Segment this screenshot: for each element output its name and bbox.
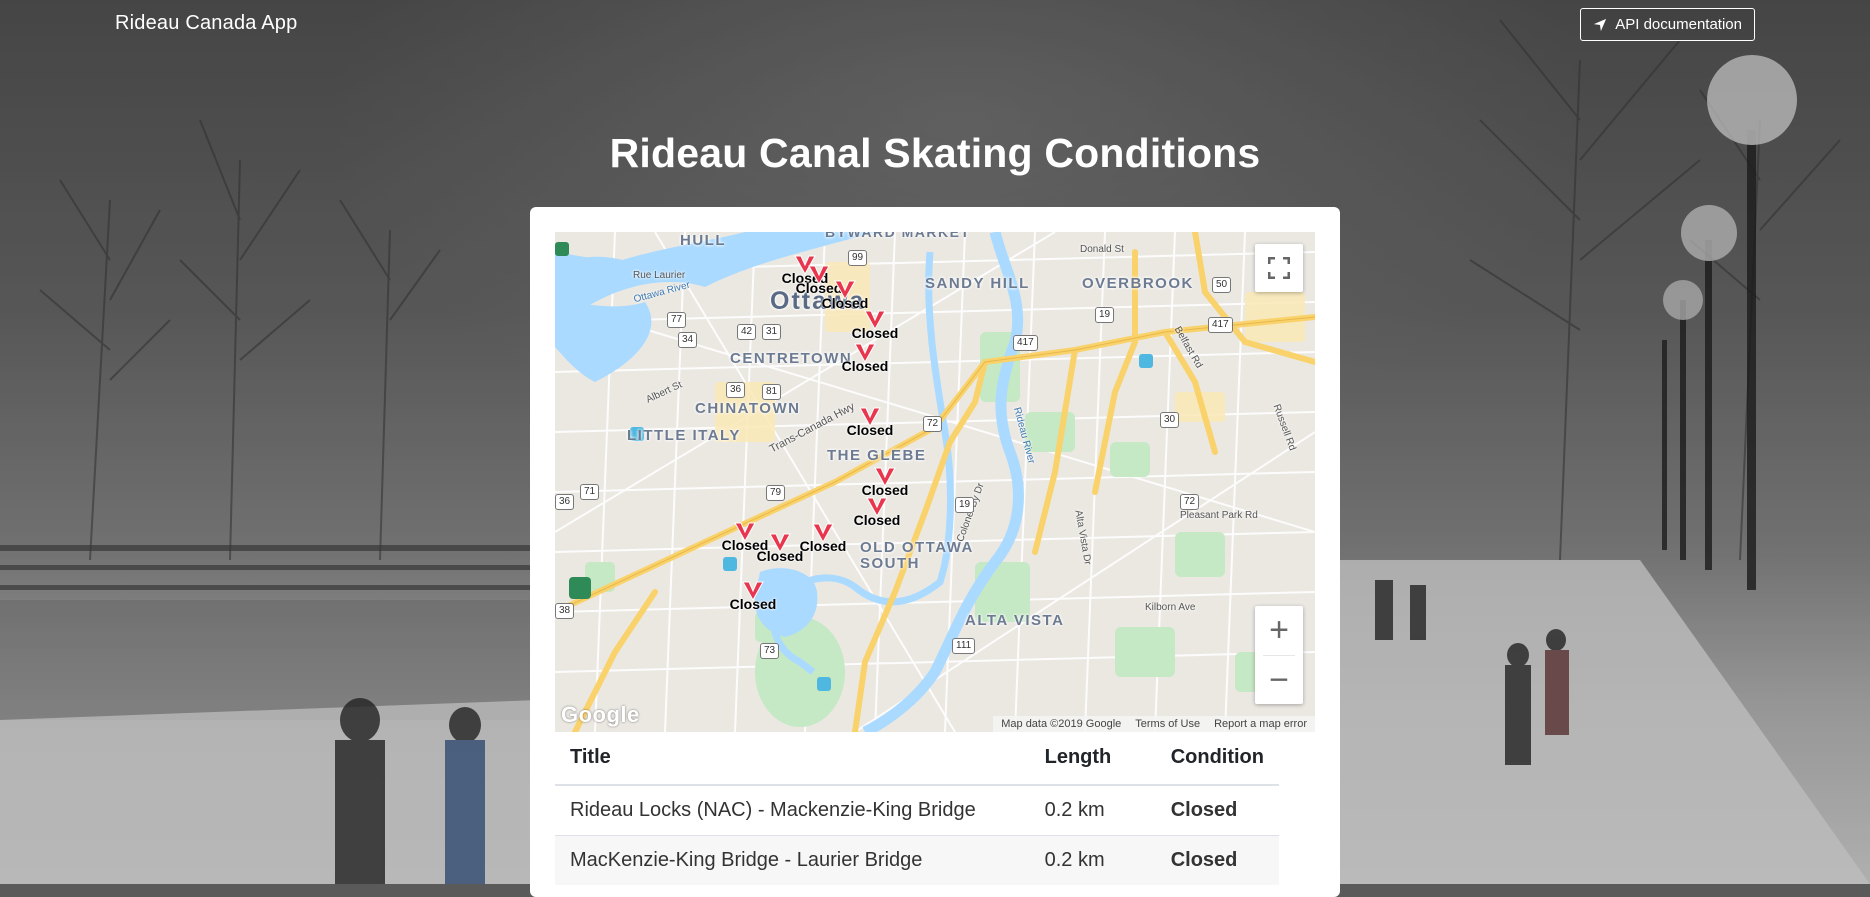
closed-marker[interactable]: Closed: [835, 340, 895, 380]
api-documentation-button[interactable]: API documentation: [1580, 8, 1755, 41]
marker-label: Closed: [841, 358, 889, 374]
closed-marker[interactable]: Closed: [793, 520, 853, 560]
location-arrow-icon: [1594, 18, 1607, 31]
route-shield: 31: [762, 324, 782, 340]
marker-label: Closed: [851, 325, 899, 341]
map-attribution: Map data ©2019 Google Terms of Use Repor…: [993, 716, 1315, 732]
route-shield: 111: [952, 638, 976, 654]
route-shield: 19: [1095, 307, 1115, 323]
route-shield: 38: [555, 603, 575, 619]
table-row: MacKenzie-King Bridge - Laurier Bridge 0…: [555, 835, 1279, 885]
route-shield: 417: [1013, 335, 1038, 351]
map-label-sandy-hill: SANDY HILL: [925, 275, 1030, 292]
api-documentation-label: API documentation: [1615, 16, 1742, 33]
route-shield: 36: [555, 494, 575, 510]
route-shield: 19: [955, 497, 975, 513]
google-logo: Google: [561, 702, 640, 727]
map-label-little-italy: LITTLE ITALY: [627, 427, 741, 444]
map-label-old-ottawa-south: OLD OTTAWA SOUTH: [860, 539, 974, 572]
map-label-byward-market: BYWARD MARKET: [825, 232, 971, 240]
report-map-error-link[interactable]: Report a map error: [1214, 718, 1307, 730]
closed-marker[interactable]: Closed: [840, 404, 900, 444]
route-shield: 79: [766, 485, 786, 501]
conditions-card: HULL BYWARD MARKET Ottawa SANDY HILL OVE…: [530, 207, 1340, 897]
marker-label: Closed: [799, 538, 847, 554]
road-label-kilborn: Kilborn Ave: [1145, 602, 1196, 613]
road-label-donald-st: Donald St: [1080, 244, 1124, 255]
map-label-the-glebe: THE GLEBE: [827, 447, 927, 464]
row-title: MacKenzie-King Bridge - Laurier Bridge: [555, 835, 1030, 885]
terms-of-use-link[interactable]: Terms of Use: [1135, 718, 1200, 730]
column-header-title: Title: [555, 732, 1030, 786]
table-header-row: Title Length Condition: [555, 732, 1279, 786]
route-shield: 72: [1180, 494, 1200, 510]
map[interactable]: HULL BYWARD MARKET Ottawa SANDY HILL OVE…: [555, 232, 1315, 732]
zoom-out-button[interactable]: −: [1255, 655, 1303, 704]
route-shield: 72: [923, 416, 943, 432]
route-shield: 77: [667, 312, 687, 328]
map-label-chinatown: CHINATOWN: [695, 400, 801, 417]
route-shield: 30: [1160, 412, 1180, 428]
route-shield: 36: [726, 382, 746, 398]
route-shield: 42: [737, 324, 757, 340]
fullscreen-icon: [1268, 257, 1290, 279]
row-title: Rideau Locks (NAC) - Mackenzie-King Brid…: [555, 784, 1030, 836]
zoom-control: + −: [1255, 606, 1303, 704]
zoom-in-button[interactable]: +: [1255, 606, 1303, 655]
map-data-credit: Map data ©2019 Google: [1001, 718, 1122, 730]
fullscreen-button[interactable]: [1255, 244, 1303, 292]
map-label-alta-vista: ALTA VISTA: [965, 612, 1065, 629]
route-shield: 50: [1212, 277, 1232, 293]
column-header-condition: Condition: [1155, 732, 1279, 786]
road-label-rue-laurier: Rue Laurier: [633, 270, 686, 281]
map-label-overbrook: OVERBROOK: [1082, 275, 1194, 292]
marker-label: Closed: [846, 422, 894, 438]
route-shield: 73: [760, 643, 780, 659]
route-shield: 417: [1208, 317, 1233, 333]
road-label-pleasant-park: Pleasant Park Rd: [1180, 510, 1258, 521]
table-row: Rideau Locks (NAC) - Mackenzie-King Brid…: [555, 784, 1279, 836]
row-condition: Closed: [1155, 835, 1279, 885]
closed-marker[interactable]: Closed: [847, 494, 907, 534]
route-shield: 99: [848, 250, 868, 266]
conditions-table: Title Length Condition Rideau Locks (NAC…: [555, 732, 1279, 885]
marker-label: Closed: [729, 596, 777, 612]
row-length: 0.2 km: [1029, 835, 1156, 885]
row-condition: Closed: [1155, 784, 1279, 836]
route-shield: 81: [762, 384, 782, 400]
marker-label: Closed: [853, 512, 901, 528]
app-brand[interactable]: Rideau Canada App: [115, 12, 297, 35]
route-shield: 71: [580, 484, 600, 500]
page-title: Rideau Canal Skating Conditions: [609, 130, 1261, 176]
map-label-hull: HULL: [680, 232, 726, 249]
map-label-centretown: CENTRETOWN: [730, 350, 853, 367]
column-header-length: Length: [1029, 732, 1156, 786]
route-shield: 34: [678, 332, 698, 348]
row-length: 0.2 km: [1029, 784, 1156, 836]
map-tiles: [555, 232, 1315, 732]
closed-marker[interactable]: Closed: [723, 578, 783, 618]
